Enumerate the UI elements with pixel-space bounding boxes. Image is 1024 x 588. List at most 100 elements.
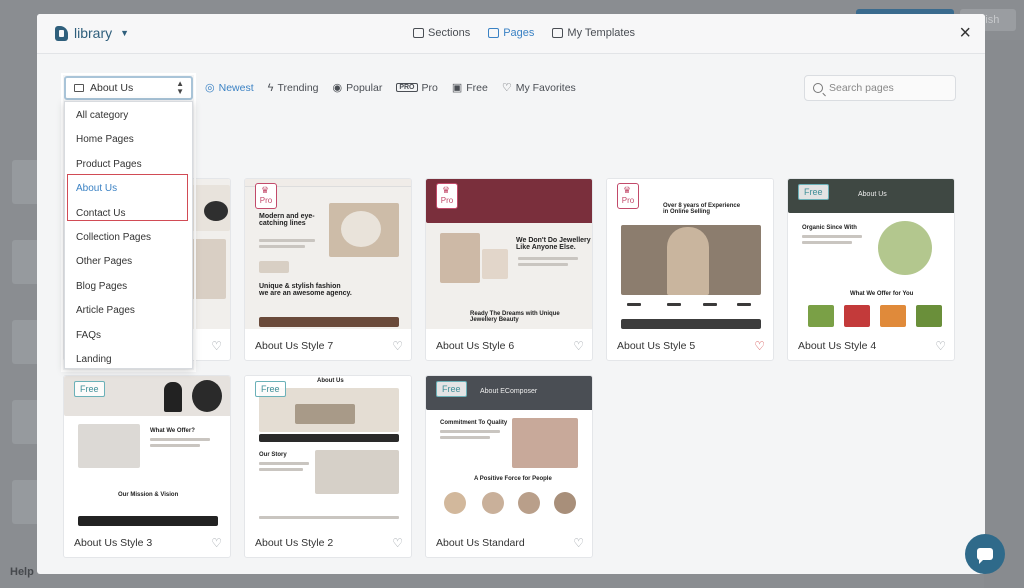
gift-icon: ▣ — [451, 82, 463, 94]
library-title: library — [74, 25, 113, 41]
filter-my-favorites[interactable]: ♡ My Favorites — [501, 81, 576, 95]
heart-icon[interactable]: ♡ — [935, 339, 946, 353]
filter-label: My Favorites — [515, 81, 576, 94]
highlight-box — [67, 174, 188, 221]
free-badge: Free — [255, 381, 286, 397]
tab-my-templates[interactable]: My Templates — [552, 27, 635, 39]
category-option-blog-pages[interactable]: Blog Pages — [65, 275, 192, 299]
chevron-down-icon: ▼ — [120, 28, 130, 38]
card-footer: About Us Style 2 ♡ — [245, 526, 411, 557]
template-card[interactable]: About EComposer Commitment To Quality A … — [425, 375, 593, 558]
chat-button[interactable] — [965, 534, 1005, 574]
template-card[interactable]: About Us Organic Since With What We Offe… — [787, 178, 955, 361]
card-title: About Us Style 5 — [617, 339, 696, 352]
close-icon[interactable]: × — [959, 23, 971, 43]
card-footer: About Us Style 7 ♡ — [245, 329, 411, 360]
category-option-all[interactable]: All category — [65, 104, 192, 128]
template-card[interactable]: Modern and eye-catching lines Unique & s… — [244, 178, 412, 361]
heart-icon[interactable]: ♡ — [211, 536, 222, 550]
heart-icon[interactable]: ♡ — [211, 339, 222, 353]
card-title: About Us Style 7 — [255, 339, 334, 352]
filter-label: Newest — [218, 81, 254, 94]
card-title: About Us Style 2 — [255, 536, 334, 549]
folder-icon — [74, 84, 84, 92]
filter-trending[interactable]: ϟ Trending — [268, 81, 319, 94]
template-card[interactable]: Over 8 years of Experience in Online Sell… — [606, 178, 774, 361]
sidebar-block — [12, 160, 40, 204]
pro-icon: PRO — [396, 83, 418, 92]
pages-icon — [488, 28, 500, 38]
editor-sidebar — [0, 40, 40, 588]
card-title: About Us Style 6 — [436, 339, 515, 352]
card-title: About Us Style 4 — [798, 339, 877, 352]
category-select-value: About Us — [90, 82, 134, 94]
filter-newest[interactable]: ◎ Newest — [205, 81, 254, 95]
free-badge: Free — [798, 184, 829, 200]
check-circle-icon: ◉ — [332, 82, 343, 94]
free-badge: Free — [436, 381, 467, 397]
card-header-text: About Us — [858, 191, 887, 198]
template-thumbnail: About Us Our Story — [245, 376, 411, 526]
heart-icon[interactable]: ♡ — [392, 536, 403, 550]
help-link: Help — [10, 566, 34, 578]
library-logo-icon — [55, 25, 68, 41]
sidebar-block — [12, 240, 40, 284]
tab-label: Sections — [428, 27, 471, 39]
pro-badge: Pro — [617, 183, 639, 209]
chat-icon — [977, 548, 993, 564]
category-option-article-pages[interactable]: Article Pages — [65, 299, 192, 323]
category-option-collection-pages[interactable]: Collection Pages — [65, 226, 192, 250]
tab-label: My Templates — [567, 27, 636, 39]
editor-bottom-bar — [40, 574, 984, 588]
card-header-text: About EComposer — [480, 388, 538, 395]
card-footer: About Us Style 6 ♡ — [426, 329, 592, 360]
category-option-home-pages[interactable]: Home Pages — [65, 128, 192, 152]
category-option-faqs[interactable]: FAQs — [65, 324, 192, 348]
tab-pages[interactable]: Pages — [488, 27, 534, 39]
tab-label: Pages — [503, 27, 535, 39]
template-thumbnail: About Us Organic Since With What We Offe… — [788, 179, 954, 329]
heart-icon[interactable]: ♡ — [754, 339, 765, 353]
library-tabs: Sections Pages My Templates — [413, 27, 635, 39]
card-footer: About Us Style 3 ♡ — [64, 526, 230, 557]
card-footer: About Us Standard ♡ — [426, 526, 592, 557]
template-thumbnail: What We Offer? Our Mission & Vision — [64, 376, 230, 526]
filter-free[interactable]: ▣ Free — [451, 81, 488, 95]
template-card[interactable]: What We Offer? Our Mission & Vision Free… — [63, 375, 231, 558]
sidebar-block — [12, 480, 40, 524]
filter-label: Trending — [277, 81, 319, 94]
sparkle-icon: ◎ — [205, 82, 215, 94]
pro-badge: Pro — [255, 183, 277, 209]
template-thumbnail: About EComposer Commitment To Quality A … — [426, 376, 592, 526]
search-input[interactable] — [829, 82, 949, 94]
card-footer: About Us Style 4 ♡ — [788, 329, 954, 360]
filter-pro[interactable]: PRO Pro — [396, 81, 438, 94]
filter-list: ◎ Newest ϟ Trending ◉ Popular PRO Pro ▣ … — [205, 81, 576, 95]
template-card[interactable]: We Don't Do Jewellery Like Anyone Else. R… — [425, 178, 593, 361]
tab-sections[interactable]: Sections — [413, 27, 470, 39]
bolt-icon: ϟ — [267, 81, 274, 94]
heart-icon: ♡ — [501, 82, 512, 94]
filter-popular[interactable]: ◉ Popular — [332, 81, 383, 95]
template-card[interactable]: About Us Our Story Free About Us Style 2… — [244, 375, 412, 558]
editor-right-panel — [984, 40, 1024, 588]
heart-icon[interactable]: ♡ — [392, 339, 403, 353]
search-icon — [813, 83, 823, 93]
template-icon — [552, 28, 564, 38]
heart-icon[interactable]: ♡ — [573, 339, 584, 353]
free-badge: Free — [74, 381, 105, 397]
category-option-other-pages[interactable]: Other Pages — [65, 250, 192, 274]
folder-icon — [413, 28, 424, 38]
filter-label: Free — [466, 81, 488, 94]
search-box — [804, 75, 956, 101]
library-brand[interactable]: library ▼ — [55, 25, 129, 41]
filter-label: Popular — [346, 81, 383, 94]
chevron-updown-icon: ▲ ▼ — [176, 79, 184, 96]
category-select[interactable]: About Us ▲ ▼ — [64, 76, 193, 100]
sidebar-block — [12, 320, 40, 364]
heart-icon[interactable]: ♡ — [573, 536, 584, 550]
category-option-landing[interactable]: Landing — [65, 348, 192, 372]
modal-header: library ▼ Sections Pages My Templates × — [37, 14, 985, 54]
card-footer: About Us Style 5 ♡ — [607, 329, 773, 360]
pro-badge: Pro — [436, 183, 458, 209]
